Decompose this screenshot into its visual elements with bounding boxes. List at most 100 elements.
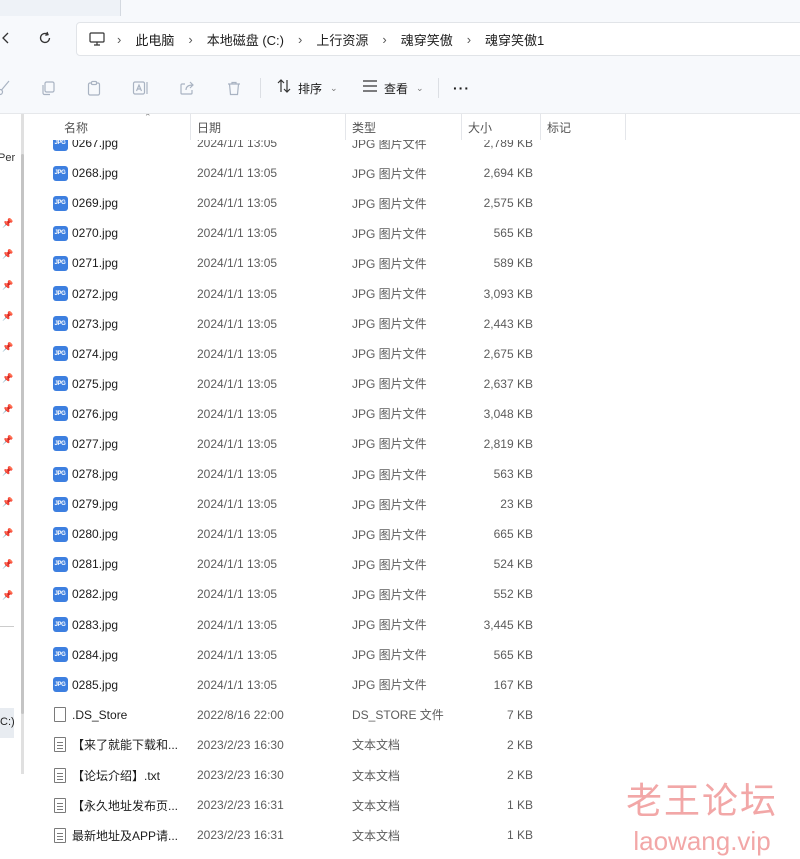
file-type: JPG 图片文件 bbox=[352, 437, 427, 452]
file-name: 0275.jpg bbox=[72, 376, 119, 391]
file-row[interactable]: JPG 0272.jpg 2024/1/1 13:05 JPG 图片文件 3,093 K… bbox=[34, 278, 800, 308]
file-row[interactable]: JPG 0273.jpg 2024/1/1 13:05 JPG 图片文件 2,443 K… bbox=[34, 309, 800, 339]
file-name-cell[interactable]: 【永久地址发布页... bbox=[52, 797, 178, 814]
file-name-cell[interactable]: 最新地址及APP请... bbox=[52, 827, 178, 844]
pin-icon: 📌 bbox=[2, 559, 14, 569]
file-row[interactable]: JPG 0280.jpg 2024/1/1 13:05 JPG 图片文件 665 KB bbox=[34, 519, 800, 549]
file-size: 3,093 KB bbox=[483, 286, 533, 301]
file-name-cell[interactable]: JPG 0276.jpg bbox=[52, 406, 118, 422]
file-row[interactable]: 【来了就能下载和... 2023/2/23 16:30 文本文档 2 KB bbox=[34, 730, 800, 760]
file-name-cell[interactable]: 【来了就能下载和... bbox=[52, 736, 178, 753]
file-row[interactable]: JPG 0283.jpg 2024/1/1 13:05 JPG 图片文件 3,445 K… bbox=[34, 610, 800, 640]
file-rows: JPG 0267.jpg 2024/1/1 13:05 JPG 图片文件 2,789 K… bbox=[34, 128, 800, 850]
pin-icon: 📌 bbox=[2, 373, 14, 383]
file-name-cell[interactable]: JPG 0275.jpg bbox=[52, 376, 118, 392]
file-name: 0277.jpg bbox=[72, 436, 119, 451]
file-row[interactable]: 【论坛介绍】.txt 2023/2/23 16:30 文本文档 2 KB bbox=[34, 760, 800, 790]
rename-icon[interactable] bbox=[131, 78, 151, 98]
file-name-cell[interactable]: JPG 0271.jpg bbox=[52, 255, 118, 271]
chevron-right-icon: › bbox=[117, 31, 122, 47]
file-date: 2023/2/23 16:30 bbox=[197, 737, 284, 752]
breadcrumb-item-current-folder[interactable]: 魂穿笑傲1 bbox=[485, 30, 544, 49]
view-icon bbox=[362, 79, 378, 97]
file-name-cell[interactable]: JPG 0269.jpg bbox=[52, 195, 118, 211]
column-header: 名称 ⌃ 日期 类型 大小 标记 bbox=[34, 114, 800, 140]
column-header-size[interactable]: 大小 bbox=[461, 114, 540, 140]
file-row[interactable]: JPG 0274.jpg 2024/1/1 13:05 JPG 图片文件 2,675 K… bbox=[34, 339, 800, 369]
cut-icon[interactable] bbox=[0, 78, 14, 98]
file-name: 0276.jpg bbox=[72, 406, 119, 421]
file-row[interactable]: 【永久地址发布页... 2023/2/23 16:31 文本文档 1 KB bbox=[34, 790, 800, 820]
file-name-cell[interactable]: JPG 0274.jpg bbox=[52, 346, 118, 362]
file-row[interactable]: JPG 0284.jpg 2024/1/1 13:05 JPG 图片文件 565 KB bbox=[34, 640, 800, 670]
file-name-cell[interactable]: .DS_Store bbox=[52, 707, 127, 723]
file-row[interactable]: JPG 0277.jpg 2024/1/1 13:05 JPG 图片文件 2,819 K… bbox=[34, 429, 800, 459]
refresh-icon[interactable] bbox=[33, 26, 57, 50]
file-name-cell[interactable]: JPG 0282.jpg bbox=[52, 586, 118, 602]
jpg-icon: JPG bbox=[52, 195, 68, 211]
jpg-icon: JPG bbox=[52, 647, 68, 663]
jpg-icon: JPG bbox=[52, 406, 68, 422]
file-row[interactable]: JPG 0279.jpg 2024/1/1 13:05 JPG 图片文件 23 KB bbox=[34, 489, 800, 519]
copy-icon[interactable] bbox=[38, 78, 58, 98]
file-name-cell[interactable]: JPG 0283.jpg bbox=[52, 617, 118, 633]
file-size: 1 KB bbox=[506, 828, 533, 843]
breadcrumb: › 此电脑 › 本地磁盘 (C:) › 上行资源 › 魂穿笑傲 › 魂穿笑傲1 bbox=[117, 30, 544, 49]
file-row[interactable]: JPG 0269.jpg 2024/1/1 13:05 JPG 图片文件 2,575 K… bbox=[34, 188, 800, 218]
file-name: 0274.jpg bbox=[72, 346, 119, 361]
file-row[interactable]: JPG 0281.jpg 2024/1/1 13:05 JPG 图片文件 524 KB bbox=[34, 549, 800, 579]
file-name-cell[interactable]: JPG 0285.jpg bbox=[52, 677, 118, 693]
file-type: 文本文档 bbox=[352, 768, 401, 783]
nav-item-drive-c[interactable]: C:) bbox=[0, 708, 15, 738]
file-name-cell[interactable]: JPG 0272.jpg bbox=[52, 286, 118, 302]
paste-icon[interactable] bbox=[84, 78, 104, 98]
breadcrumb-item-folder[interactable]: 魂穿笑傲 bbox=[401, 30, 453, 49]
file-row[interactable]: JPG 0282.jpg 2024/1/1 13:05 JPG 图片文件 552 KB bbox=[34, 579, 800, 609]
more-options-button[interactable]: ··· bbox=[453, 76, 470, 100]
breadcrumb-item-this-pc[interactable]: 此电脑 bbox=[135, 30, 174, 49]
file-name-cell[interactable]: JPG 0277.jpg bbox=[52, 436, 118, 452]
breadcrumb-item-local-disk[interactable]: 本地磁盘 (C:) bbox=[207, 30, 284, 49]
text-file-icon bbox=[52, 737, 68, 753]
jpg-icon: JPG bbox=[52, 496, 68, 512]
file-row[interactable]: JPG 0271.jpg 2024/1/1 13:05 JPG 图片文件 589 KB bbox=[34, 248, 800, 278]
address-bar[interactable]: › 此电脑 › 本地磁盘 (C:) › 上行资源 › 魂穿笑傲 › 魂穿笑傲1 bbox=[76, 22, 800, 56]
breadcrumb-item-upload-resources[interactable]: 上行资源 bbox=[316, 30, 368, 49]
file-name-cell[interactable]: JPG 0270.jpg bbox=[52, 225, 118, 241]
column-header-name[interactable]: 名称 ⌃ bbox=[58, 114, 190, 140]
file-row[interactable]: JPG 0285.jpg 2024/1/1 13:05 JPG 图片文件 167 KB bbox=[34, 670, 800, 700]
file-row[interactable]: 最新地址及APP请... 2023/2/23 16:31 文本文档 1 KB bbox=[34, 820, 800, 850]
file-name-cell[interactable]: 【论坛介绍】.txt bbox=[52, 767, 160, 784]
file-row[interactable]: JPG 0275.jpg 2024/1/1 13:05 JPG 图片文件 2,637 K… bbox=[34, 369, 800, 399]
column-header-date[interactable]: 日期 bbox=[190, 114, 345, 140]
back-arrow-icon[interactable] bbox=[0, 26, 18, 50]
file-type: JPG 图片文件 bbox=[352, 467, 427, 482]
file-size: 2 KB bbox=[506, 768, 533, 783]
file-row[interactable]: .DS_Store 2022/8/16 22:00 DS_STORE 文件 7 KB bbox=[34, 700, 800, 730]
file-name-cell[interactable]: JPG 0273.jpg bbox=[52, 316, 118, 332]
view-button[interactable]: 查看 ⌄ bbox=[362, 76, 424, 100]
file-name-cell[interactable]: JPG 0280.jpg bbox=[52, 526, 118, 542]
file-date: 2023/2/23 16:31 bbox=[197, 828, 284, 843]
text-file-icon bbox=[52, 827, 68, 843]
nav-scrollbar-thumb[interactable] bbox=[21, 154, 24, 714]
file-row[interactable]: JPG 0268.jpg 2024/1/1 13:05 JPG 图片文件 2,694 K… bbox=[34, 158, 800, 188]
pin-icon: 📌 bbox=[2, 466, 14, 476]
file-row[interactable]: JPG 0276.jpg 2024/1/1 13:05 JPG 图片文件 3,048 K… bbox=[34, 399, 800, 429]
delete-icon[interactable] bbox=[224, 78, 244, 98]
share-icon[interactable] bbox=[177, 78, 197, 98]
column-header-type[interactable]: 类型 bbox=[345, 114, 461, 140]
file-date: 2024/1/1 13:05 bbox=[197, 406, 278, 421]
active-tab[interactable] bbox=[120, 0, 800, 16]
file-name-cell[interactable]: JPG 0279.jpg bbox=[52, 496, 118, 512]
chevron-right-icon: › bbox=[188, 31, 193, 47]
column-header-tags[interactable]: 标记 bbox=[540, 114, 626, 140]
file-row[interactable]: JPG 0278.jpg 2024/1/1 13:05 JPG 图片文件 563 KB bbox=[34, 459, 800, 489]
file-name-cell[interactable]: JPG 0268.jpg bbox=[52, 165, 118, 181]
file-name-cell[interactable]: JPG 0284.jpg bbox=[52, 647, 118, 663]
nav-item-label[interactable]: Per bbox=[0, 152, 15, 164]
sort-button[interactable]: 排序 ⌄ bbox=[276, 76, 338, 100]
file-name-cell[interactable]: JPG 0278.jpg bbox=[52, 466, 118, 482]
file-name-cell[interactable]: JPG 0281.jpg bbox=[52, 556, 118, 572]
file-row[interactable]: JPG 0270.jpg 2024/1/1 13:05 JPG 图片文件 565 KB bbox=[34, 218, 800, 248]
